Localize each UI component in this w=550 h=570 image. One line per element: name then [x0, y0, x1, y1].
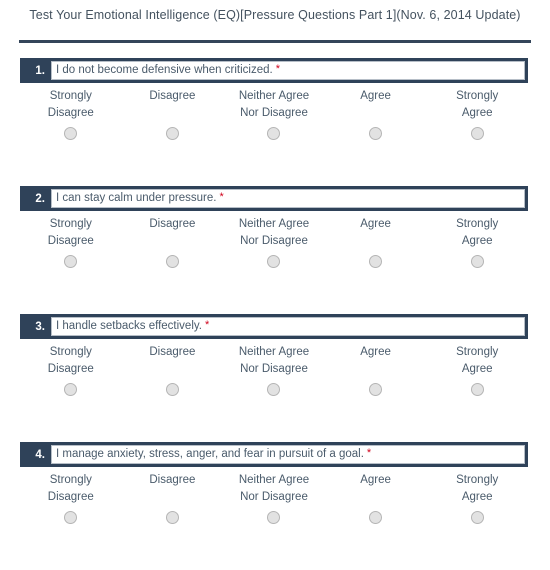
scale-option[interactable]: Neither Agree Nor Disagree [223, 344, 325, 396]
required-marker: * [219, 191, 224, 203]
question-text-field[interactable]: I handle setbacks effectively. * [51, 317, 525, 336]
scale-option-label: Disagree [149, 90, 196, 102]
page-title: Test Your Emotional Intelligence (EQ)[Pr… [29, 8, 521, 22]
likert-scale: Strongly Disagree Disagree Neither Agree N… [20, 472, 528, 524]
scale-option-label: Disagree [149, 218, 196, 230]
scale-option[interactable]: Neither Agree Nor Disagree [223, 472, 325, 524]
question-text: I can stay calm under pressure. [56, 192, 217, 204]
question-block: 2. I can stay calm under pressure. * Strong… [0, 186, 550, 314]
likert-scale: Strongly Disagree Disagree Neither Agree N… [20, 216, 528, 268]
radio-button[interactable] [165, 511, 179, 524]
likert-scale: Strongly Disagree Disagree Neither Agree N… [20, 88, 528, 140]
scale-option[interactable]: Strongly Disagree [20, 344, 122, 396]
question-header-bar: 2. I can stay calm under pressure. * [20, 186, 528, 211]
scale-option-label: Agree [360, 346, 391, 358]
radio-button[interactable] [64, 511, 78, 524]
survey-page: Test Your Emotional Intelligence (EQ)[Pr… [0, 0, 550, 546]
radio-button[interactable] [470, 383, 484, 396]
scale-option[interactable]: Strongly Agree [426, 472, 528, 524]
scale-option[interactable]: Strongly Disagree [20, 472, 122, 524]
question-text: I do not become defensive when criticize… [56, 64, 273, 76]
question-number: 3. [35, 320, 45, 333]
scale-option[interactable]: Disagree [122, 344, 224, 396]
scale-option-label: Agree [360, 90, 391, 102]
likert-scale: Strongly Disagree Disagree Neither Agree N… [20, 344, 528, 396]
scale-option[interactable]: Disagree [122, 472, 224, 524]
question-number: 2. [35, 192, 45, 205]
scale-option[interactable]: Agree [325, 472, 427, 524]
radio-button[interactable] [369, 383, 383, 396]
scale-option-label: Disagree [149, 346, 196, 358]
scale-option[interactable]: Strongly Agree [426, 344, 528, 396]
radio-button[interactable] [165, 255, 179, 268]
question-header-bar: 1. I do not become defensive when critici… [20, 58, 528, 83]
radio-button[interactable] [470, 255, 484, 268]
scale-option[interactable]: Strongly Agree [426, 216, 528, 268]
radio-button[interactable] [165, 127, 179, 140]
scale-option-label: Neither Agree Nor Disagree [238, 218, 310, 247]
scale-option[interactable]: Neither Agree Nor Disagree [223, 216, 325, 268]
scale-option-label: Agree [360, 474, 391, 486]
scale-option[interactable]: Strongly Disagree [20, 216, 122, 268]
radio-button[interactable] [64, 255, 78, 268]
scale-option-label: Strongly Agree [456, 346, 499, 375]
scale-option-label: Strongly Agree [456, 90, 499, 119]
scale-option-label: Neither Agree Nor Disagree [238, 346, 310, 375]
question-text-field[interactable]: I manage anxiety, stress, anger, and fea… [51, 445, 525, 464]
title-divider [19, 40, 531, 43]
scale-option-label: Strongly Disagree [47, 90, 94, 119]
required-marker: * [204, 319, 210, 331]
question-text: I manage anxiety, stress, anger, and fea… [56, 448, 364, 460]
scale-option-label: Strongly Disagree [47, 346, 94, 375]
radio-button[interactable] [267, 255, 281, 268]
question-list: 1. I do not become defensive when critici… [0, 58, 550, 570]
question-text: I handle setbacks effectively. [56, 320, 202, 332]
scale-option[interactable]: Agree [325, 216, 427, 268]
scale-option-label: Strongly Agree [456, 474, 499, 503]
radio-button[interactable] [470, 127, 484, 140]
radio-button[interactable] [165, 383, 179, 396]
radio-button[interactable] [470, 511, 484, 524]
scale-option[interactable]: Agree [325, 88, 427, 140]
question-number: 1. [35, 64, 45, 77]
question-text-field[interactable]: I can stay calm under pressure. * [51, 189, 525, 208]
question-header-bar: 3. I handle setbacks effectively. * [20, 314, 528, 339]
question-header-bar: 4. I manage anxiety, stress, anger, and f… [20, 442, 528, 467]
scale-option-label: Strongly Agree [456, 218, 499, 247]
radio-button[interactable] [64, 127, 78, 140]
radio-button[interactable] [369, 127, 383, 140]
scale-option[interactable]: Neither Agree Nor Disagree [223, 88, 325, 140]
radio-button[interactable] [64, 383, 78, 396]
scale-option[interactable]: Disagree [122, 88, 224, 140]
radio-button[interactable] [267, 127, 281, 140]
scale-option-label: Neither Agree Nor Disagree [238, 474, 310, 503]
required-marker: * [275, 63, 280, 75]
scale-option-label: Strongly Disagree [47, 218, 94, 247]
scale-option-label: Neither Agree Nor Disagree [238, 90, 310, 119]
scale-option[interactable]: Strongly Disagree [20, 88, 122, 140]
scale-option[interactable]: Agree [325, 344, 427, 396]
required-marker: * [366, 447, 372, 459]
scale-option[interactable]: Strongly Agree [426, 88, 528, 140]
scale-option[interactable]: Disagree [122, 216, 224, 268]
scale-option-label: Agree [360, 218, 391, 230]
radio-button[interactable] [369, 255, 383, 268]
scale-option-label: Strongly Disagree [47, 474, 94, 503]
scale-option-label: Disagree [149, 474, 196, 486]
question-text-field[interactable]: I do not become defensive when criticize… [51, 61, 525, 80]
question-block: 3. I handle setbacks effectively. * Strongl… [0, 314, 550, 442]
question-block: 4. I manage anxiety, stress, anger, and f… [0, 442, 550, 570]
radio-button[interactable] [267, 383, 281, 396]
question-block: 1. I do not become defensive when critici… [0, 58, 550, 186]
radio-button[interactable] [267, 511, 281, 524]
radio-button[interactable] [369, 511, 383, 524]
question-number: 4. [35, 448, 45, 461]
